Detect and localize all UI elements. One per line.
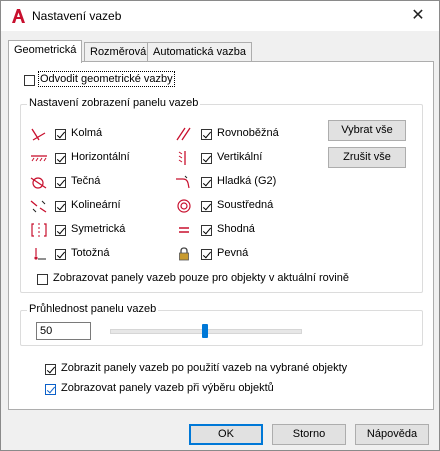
horizontal-icon [31, 155, 47, 162]
show-on-select-checkbox[interactable] [45, 384, 56, 395]
collinear-label: Kolineární [71, 199, 121, 211]
constraint-bar-group: Nastavení zobrazení panelu vazeb Kolmá H… [20, 97, 423, 293]
parallel-label: Rovnoběžná [217, 127, 279, 139]
fixed-label: Pevná [217, 247, 249, 259]
perpendicular-label: Kolmá [71, 127, 103, 139]
equal-icon [179, 227, 189, 233]
transparency-input[interactable]: 50 [36, 322, 91, 340]
smooth-checkbox[interactable] [201, 177, 212, 188]
cancel-button[interactable]: Storno [272, 424, 346, 445]
parallel-checkbox[interactable] [201, 129, 212, 140]
show-after-apply-label: Zobrazit panely vazeb po použití vazeb n… [61, 362, 348, 374]
collinear-checkbox[interactable] [55, 201, 66, 212]
horizontal-checkbox[interactable] [55, 153, 66, 164]
show-after-apply-checkbox[interactable] [45, 364, 56, 375]
concentric-icon [177, 199, 191, 213]
ok-button[interactable]: OK [189, 424, 263, 445]
tab-panel: Odvodit geometrické vazby Nastavení zobr… [8, 61, 434, 410]
vertical-label: Vertikální [217, 151, 263, 163]
symmetric-icon [31, 223, 47, 237]
help-button[interactable]: Nápověda [355, 424, 429, 445]
symmetric-label: Symetrická [71, 223, 126, 235]
infer-checkbox[interactable] [24, 75, 35, 86]
perpendicular-icon [31, 128, 46, 141]
show-on-select-label: Zobrazovat panely vazeb při výběru objek… [61, 382, 274, 394]
tangent-icon [30, 177, 47, 189]
fixed-checkbox[interactable] [201, 249, 212, 260]
vertical-icon [178, 151, 186, 165]
coincident-checkbox[interactable] [55, 249, 66, 260]
transparency-title: Průhlednost panelu vazeb [27, 303, 159, 315]
tangent-label: Tečná [71, 175, 101, 187]
concentric-label: Soustředná [217, 199, 274, 211]
parallel-icon [176, 127, 191, 141]
tab-dimensional[interactable]: Rozměrová [84, 42, 153, 62]
equal-label: Shodná [217, 223, 255, 235]
dialog-window: Nastavení vazeb ✕ Geometrická Rozměrová … [0, 0, 440, 451]
tab-autoconstrain[interactable]: Automatická vazba [147, 42, 252, 62]
constraint-bar-group-title: Nastavení zobrazení panelu vazeb [27, 97, 201, 109]
collinear-icon [30, 200, 47, 213]
title-bar: Nastavení vazeb ✕ [1, 1, 439, 31]
concentric-checkbox[interactable] [201, 201, 212, 212]
fixed-lock-icon [179, 247, 189, 261]
close-button[interactable]: ✕ [407, 5, 429, 27]
equal-checkbox[interactable] [201, 225, 212, 236]
smooth-label: Hladká (G2) [217, 175, 277, 187]
only-current-plane-checkbox[interactable] [37, 274, 48, 285]
only-current-plane-label: Zobrazovat panely vazeb pouze pro objekt… [53, 272, 349, 284]
select-all-button[interactable]: Vybrat vše [328, 120, 406, 141]
smooth-icon [176, 175, 190, 189]
horizontal-label: Horizontální [71, 151, 130, 163]
coincident-label: Totožná [71, 247, 110, 259]
clear-all-button[interactable]: Zrušit vše [328, 147, 406, 168]
vertical-checkbox[interactable] [201, 153, 212, 164]
window-title: Nastavení vazeb [32, 9, 122, 23]
transparency-slider-thumb[interactable] [202, 324, 208, 338]
coincident-icon [34, 248, 46, 260]
symmetric-checkbox[interactable] [55, 225, 66, 236]
tangent-checkbox[interactable] [55, 177, 66, 188]
perpendicular-checkbox[interactable] [55, 129, 66, 140]
transparency-group: Průhlednost panelu vazeb 50 [20, 303, 423, 346]
infer-label[interactable]: Odvodit geometrické vazby [38, 71, 175, 87]
autocad-logo-icon [12, 9, 25, 23]
tab-geometric[interactable]: Geometrická [8, 40, 83, 63]
